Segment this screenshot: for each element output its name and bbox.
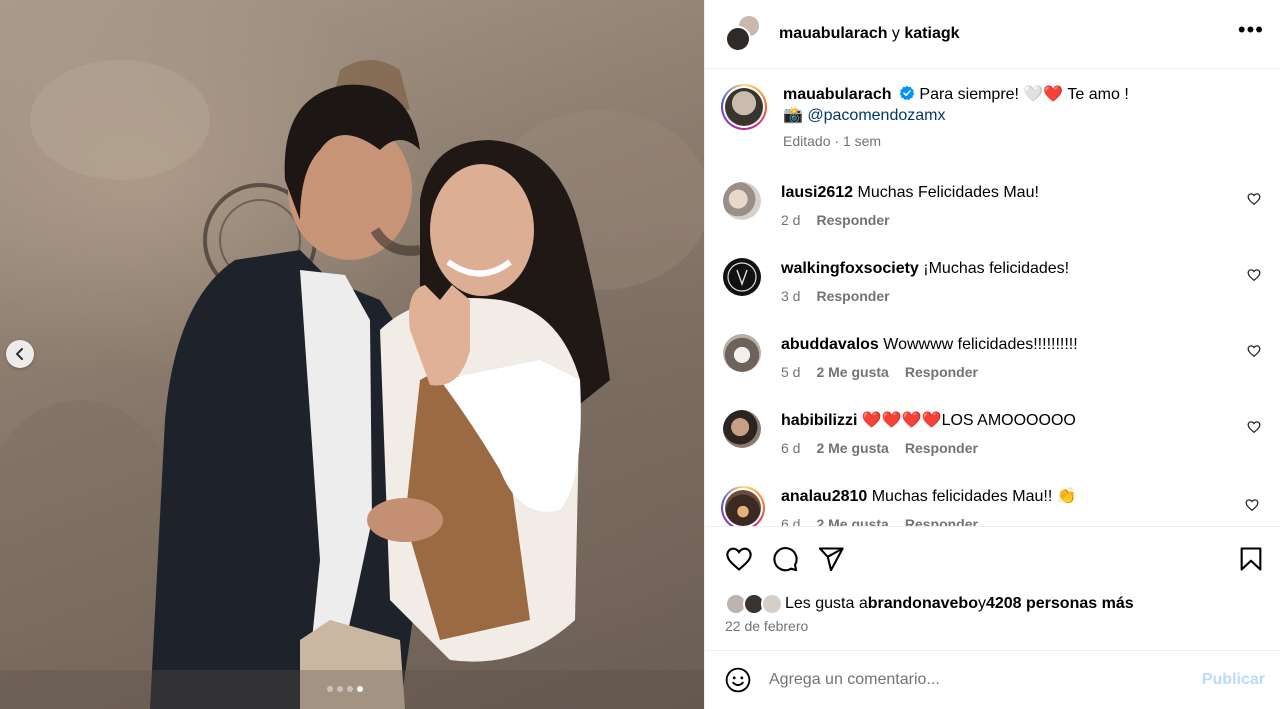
post-date[interactable]: 22 de febrero (725, 618, 808, 634)
likes-prefix: Les gusta a (785, 595, 868, 612)
comment-likes-count[interactable]: 2 Me gusta (816, 362, 888, 383)
comment-text: Muchas Felicidades Mau! (853, 184, 1039, 201)
carousel-indicator (327, 686, 363, 692)
caption-text: Para siempre! 🤍❤️ Te amo ! (919, 86, 1129, 103)
story-ring-avatar[interactable] (721, 486, 765, 526)
comment-text: ❤️❤️❤️❤️LOS AMOOOOOO (857, 412, 1076, 429)
comment-time[interactable]: 5 d (781, 362, 800, 383)
likes-summary: Les gusta a brandonavebo y 4208 personas… (725, 593, 1134, 615)
avatar[interactable] (723, 334, 761, 372)
collab-avatars[interactable] (723, 14, 767, 54)
comment-item: habibilizzi ❤️❤️❤️❤️LOS AMOOOOOO 6 d 2 Me… (723, 410, 1263, 459)
post-header: mauabularach y katiagk ••• (705, 0, 1280, 69)
action-icons-row (725, 545, 1265, 573)
comment-time[interactable]: 3 d (781, 286, 800, 307)
liker-avatars (725, 593, 785, 615)
post-photo[interactable] (0, 0, 704, 709)
chevron-left-icon (16, 348, 23, 360)
comment-likes-count[interactable]: 2 Me gusta (816, 514, 888, 526)
publish-button[interactable]: Publicar (1202, 671, 1265, 689)
story-ring-avatar[interactable] (721, 84, 767, 130)
comment-item: abuddavalos Wowwww felicidades!!!!!!!!!!… (723, 334, 1263, 383)
author-link[interactable]: katiagk (904, 25, 959, 42)
avatar[interactable] (723, 182, 761, 220)
reply-button[interactable]: Responder (816, 286, 889, 307)
comment-time[interactable]: 6 d (781, 514, 800, 526)
caption-username[interactable]: mauabularach (783, 86, 891, 103)
more-options-button[interactable]: ••• (1238, 19, 1264, 49)
post-caption: mauabularach Para siempre! 🤍❤️ Te amo ! … (721, 84, 1129, 152)
comment-icon[interactable] (771, 545, 799, 573)
comments-list[interactable]: mauabularach Para siempre! 🤍❤️ Te amo ! … (705, 70, 1280, 526)
comment-username[interactable]: walkingfoxsociety (781, 260, 919, 277)
comment-text: Wowwww felicidades!!!!!!!!!! (878, 336, 1078, 353)
caption-meta: Editado · 1 sem (783, 131, 1129, 152)
avatar (761, 593, 783, 615)
author-link[interactable]: mauabularach (779, 25, 887, 42)
reply-button[interactable]: Responder (905, 514, 978, 526)
comment-item: walkingfoxsociety ¡Muchas felicidades! 3… (723, 258, 1263, 307)
carousel-dot (337, 686, 343, 692)
comment-like-heart-icon[interactable] (1247, 268, 1261, 282)
avatar[interactable] (723, 410, 761, 448)
comment-like-heart-icon[interactable] (1247, 420, 1261, 434)
carousel-dot (347, 686, 353, 692)
share-icon[interactable] (817, 545, 845, 573)
liker-username[interactable]: brandonavebo (868, 595, 978, 613)
comment-like-heart-icon[interactable] (1245, 498, 1259, 512)
reply-button[interactable]: Responder (816, 210, 889, 231)
carousel-dot-active (357, 686, 363, 692)
verified-icon (899, 85, 915, 100)
like-heart-icon[interactable] (725, 545, 753, 573)
comment-username[interactable]: abuddavalos (781, 336, 879, 353)
couple-photo-illustration (0, 60, 704, 709)
comment-input[interactable] (769, 671, 1202, 689)
comment-username[interactable]: habibilizzi (781, 412, 857, 429)
caption-mention-link[interactable]: @pacomendozamx (807, 107, 945, 124)
reply-button[interactable]: Responder (905, 362, 978, 383)
comment-username[interactable]: analau2810 (781, 488, 867, 505)
comment-time[interactable]: 6 d (781, 438, 800, 459)
meta-separator: · (830, 133, 843, 149)
caption-time[interactable]: 1 sem (843, 133, 881, 149)
post-actions: Les gusta a brandonavebo y 4208 personas… (705, 526, 1280, 650)
carousel-prev-button[interactable] (6, 340, 34, 368)
likes-count[interactable]: 4208 personas más (986, 595, 1134, 613)
likes-joiner: y (977, 595, 986, 612)
camera-emoji: 📸 (783, 107, 803, 124)
comment-text: ¡Muchas felicidades! (918, 260, 1070, 277)
avatar[interactable] (723, 258, 761, 296)
reply-button[interactable]: Responder (905, 438, 978, 459)
emoji-icon[interactable] (725, 667, 751, 693)
avatar[interactable] (725, 26, 751, 52)
comment-username[interactable]: lausi2612 (781, 184, 853, 201)
more-icon: ••• (1237, 17, 1264, 42)
post-authors: mauabularach y katiagk (779, 25, 960, 43)
post-detail-panel: mauabularach y katiagk ••• mauabularach … (704, 0, 1280, 709)
comment-composer: Publicar (705, 650, 1280, 709)
comment-item: analau2810 Muchas felicidades Mau!! 👏 6 … (721, 486, 1261, 526)
comment-like-heart-icon[interactable] (1247, 344, 1261, 358)
comment-time[interactable]: 2 d (781, 210, 800, 231)
fox-logo-icon (727, 262, 757, 292)
comment-likes-count[interactable]: 2 Me gusta (816, 438, 888, 459)
edited-label: Editado (783, 133, 831, 149)
bookmark-icon[interactable] (1237, 545, 1265, 573)
comment-like-heart-icon[interactable] (1247, 192, 1261, 206)
comment-text: Muchas felicidades Mau!! 👏 (867, 488, 1077, 505)
author-joiner: y (887, 25, 905, 42)
carousel-dot (327, 686, 333, 692)
comment-item: lausi2612 Muchas Felicidades Mau! 2 d Res… (723, 182, 1263, 231)
